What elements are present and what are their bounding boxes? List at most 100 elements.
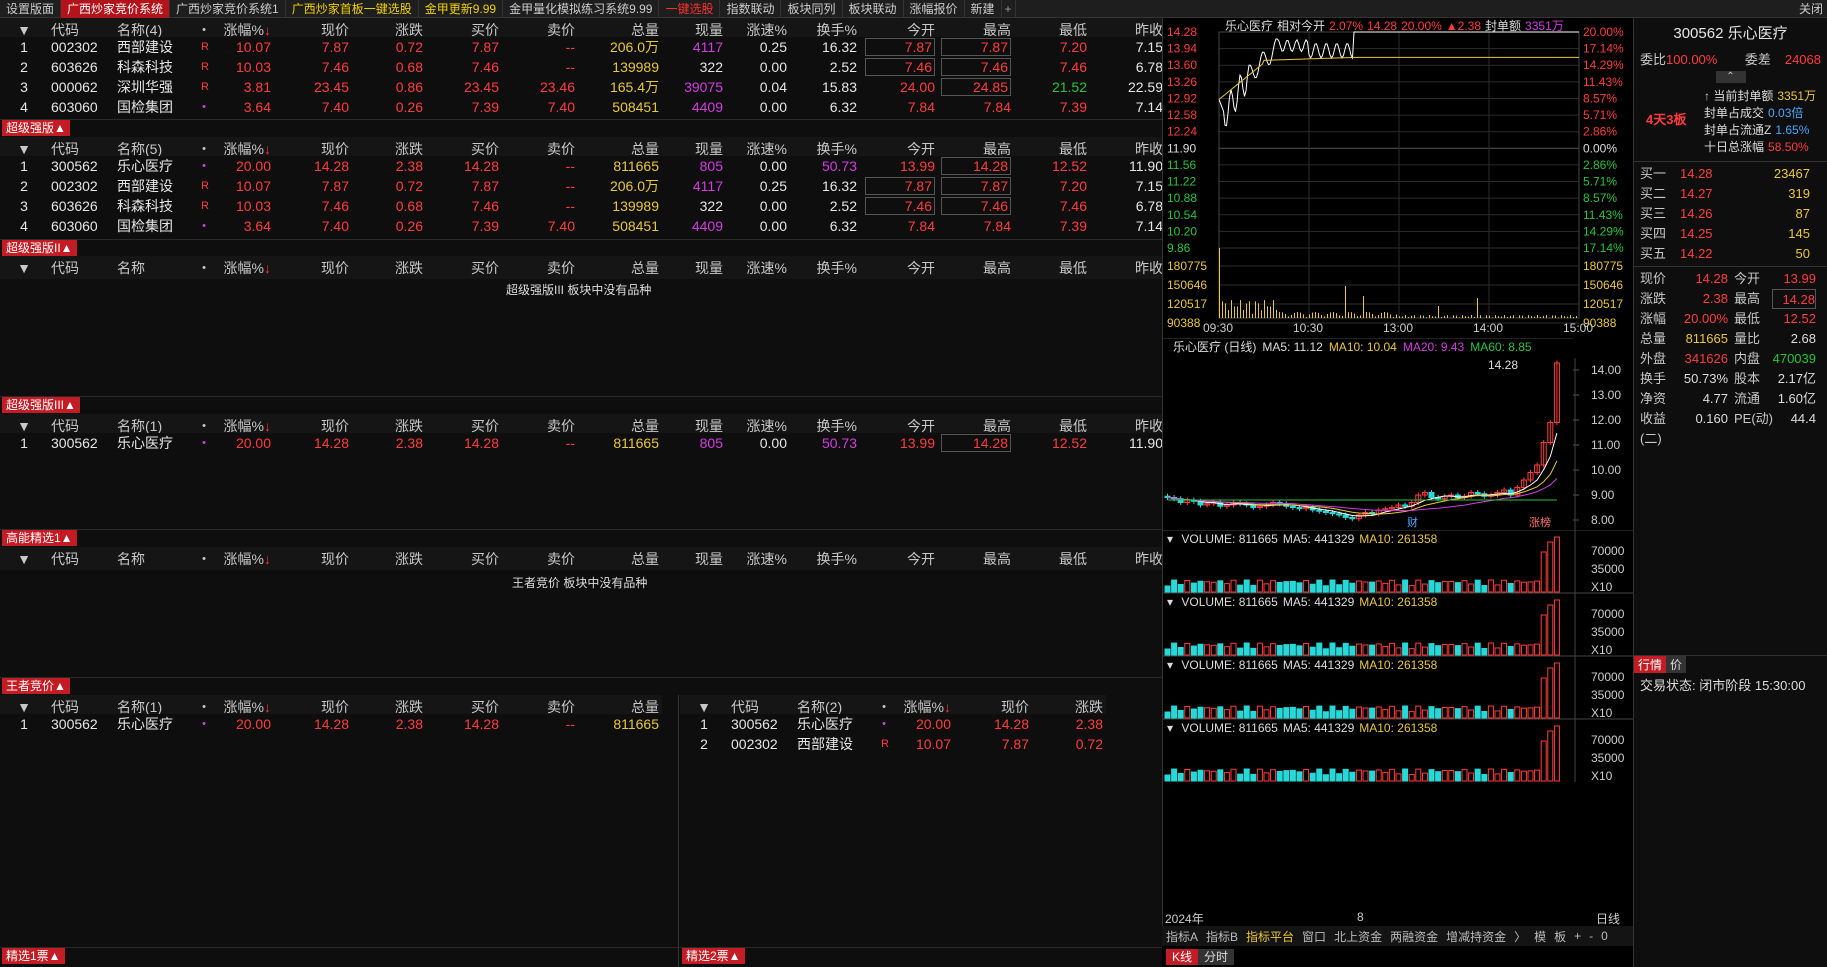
col-high[interactable]: 最高	[938, 549, 1014, 569]
table-row[interactable]: 1 300562 乐心医疗 • 20.00 14.28 2.38 14.28 -- 811665	[0, 714, 662, 734]
tab-price[interactable]: 价	[1666, 656, 1687, 673]
col-price[interactable]: 现价	[274, 549, 352, 569]
tab-quote[interactable]: 行情	[1634, 656, 1667, 673]
col-high[interactable]: 最高	[938, 258, 1014, 278]
menu-arrow-icon[interactable]: ▼	[0, 699, 48, 715]
tab-1[interactable]: 广西炒家竞价系统	[61, 0, 171, 18]
col-sell[interactable]: 卖价	[502, 549, 578, 569]
section-label[interactable]: 超级强版II▲	[2, 240, 77, 256]
col-low[interactable]: 最低	[1014, 258, 1090, 278]
intraday-button[interactable]: 分时	[1198, 948, 1235, 965]
indicator-tab-8[interactable]: 模	[1530, 928, 1550, 945]
tab-0[interactable]: 设置版面	[0, 0, 62, 18]
bid-row[interactable]: 买三 14.26 87	[1634, 204, 1827, 224]
col-buy[interactable]: 买价	[426, 549, 502, 569]
menu-arrow-icon[interactable]: ▼	[0, 141, 48, 157]
col-price[interactable]: 现价	[274, 258, 352, 278]
bid-row[interactable]: 买四 14.25 145	[1634, 224, 1827, 244]
section-label[interactable]: 精选2票▲	[682, 948, 745, 964]
table-row[interactable]: 2 002302 西部建设 R 10.07 7.87 0.72	[680, 734, 1106, 754]
col-code[interactable]: 代码	[48, 549, 114, 569]
bid-row[interactable]: 买二 14.27 319	[1634, 184, 1827, 204]
tab-6[interactable]: 一键选股	[659, 0, 721, 18]
col-vol[interactable]: 总量	[578, 258, 662, 278]
indicator-tab-5[interactable]: 两融资金	[1386, 928, 1442, 945]
kline-button[interactable]: K线	[1166, 948, 1199, 965]
col-diff[interactable]: 涨跌	[352, 258, 426, 278]
indicator-tab-11[interactable]: -	[1585, 929, 1597, 943]
col-prev[interactable]: 昨收	[1090, 258, 1166, 278]
volume-menu-icon[interactable]: ▾	[1167, 721, 1176, 735]
col-turn[interactable]: 换手%	[790, 549, 860, 569]
col-speed[interactable]: 涨速%	[726, 258, 790, 278]
table-row[interactable]: 1 002302 西部建设 R 10.07 7.87 0.72 7.87 -- 206.0万 411…	[0, 37, 1166, 57]
col-speed[interactable]: 涨速%	[726, 549, 790, 569]
table-row[interactable]: 4 603060 国检集团 • 3.64 7.40 0.26 7.39 7.40 508451 44…	[0, 97, 1166, 117]
col-name[interactable]: 名称	[114, 258, 198, 278]
section-label[interactable]: 精选1票▲	[2, 948, 65, 964]
indicator-tab-0[interactable]: 指标A	[1162, 928, 1202, 945]
tab-5[interactable]: 金甲量化模拟练习系统9.99	[503, 0, 660, 18]
table-row[interactable]: 1 300562 乐心医疗 • 20.00 14.28 2.38 14.28 -- 811665 8…	[0, 433, 1166, 453]
col-chg[interactable]: 涨幅%↓	[210, 549, 274, 569]
indicator-tab-2[interactable]: 指标平台	[1242, 928, 1298, 945]
section-label[interactable]: 超级强版▲	[2, 120, 70, 136]
indicator-tab-12[interactable]: 0	[1597, 929, 1612, 943]
col-buy[interactable]: 买价	[426, 258, 502, 278]
tab-8[interactable]: 板块同列	[781, 0, 843, 18]
daily-kline-chart[interactable]: 乐心医疗 (日线) MA5: 11.12 MA10: 10.04 MA20: 9.43…	[1163, 338, 1634, 530]
intraday-chart[interactable]: 14.28 13.94 13.60 13.26 12.92 12.58 12.24 11.90…	[1163, 18, 1634, 336]
table-row[interactable]: 1 300562 乐心医疗 • 20.00 14.28 2.38 14.28 -- 811665 8…	[0, 156, 1166, 176]
col-turn[interactable]: 换手%	[790, 258, 860, 278]
col-chg[interactable]: 涨幅%↓	[210, 258, 274, 278]
section-label[interactable]: 超级强版III▲	[2, 397, 80, 413]
indicator-tab-6[interactable]: 增减持资金	[1442, 928, 1510, 945]
table-row[interactable]: 3 000062 深圳华强 R 3.81 23.45 0.86 23.45 23.46 165.4…	[0, 77, 1166, 97]
section-label[interactable]: 高能精选1▲	[2, 530, 77, 546]
col-prev[interactable]: 昨收	[1090, 549, 1166, 569]
tab-11[interactable]: 新建	[965, 0, 1002, 18]
tab-9[interactable]: 板块联动	[843, 0, 904, 18]
col-name[interactable]: 名称	[114, 549, 198, 569]
tab-3[interactable]: 广西炒家首板一键选股	[286, 0, 419, 18]
col-cur[interactable]: 现量	[662, 549, 726, 569]
indicator-tab-9[interactable]: 板	[1550, 928, 1570, 945]
menu-arrow-icon[interactable]: ▼	[680, 699, 728, 715]
tab-4[interactable]: 金甲更新9.99	[419, 0, 504, 18]
indicator-tab-7[interactable]: 〉	[1510, 928, 1530, 945]
indicator-tab-3[interactable]: 窗口	[1298, 928, 1330, 945]
bid-row[interactable]: 买五 14.22 50	[1634, 244, 1827, 264]
table-row[interactable]: 3 603626 科森科技 R 10.03 7.46 0.68 7.46 -- 139989 322…	[0, 196, 1166, 216]
col-diff[interactable]: 涨跌	[352, 549, 426, 569]
menu-arrow-icon[interactable]: ▼	[0, 260, 48, 276]
table-row[interactable]: 2 603626 科森科技 R 10.03 7.46 0.68 7.46 -- 139989 322…	[0, 57, 1166, 77]
col-low[interactable]: 最低	[1014, 549, 1090, 569]
col-vol[interactable]: 总量	[578, 549, 662, 569]
menu-arrow-icon[interactable]: ▼	[0, 22, 48, 38]
event-tag[interactable]: 财	[1407, 515, 1418, 529]
collapse-icon[interactable]: ⌃	[1715, 71, 1746, 83]
col-open[interactable]: 今开	[860, 549, 938, 569]
tab-2[interactable]: 广西炒家竞价系统1	[170, 0, 286, 18]
indicator-tab-1[interactable]: 指标B	[1202, 928, 1242, 945]
col-cur[interactable]: 现量	[662, 258, 726, 278]
indicator-tab-4[interactable]: 北上资金	[1330, 928, 1386, 945]
col-sell[interactable]: 卖价	[502, 258, 578, 278]
table-row[interactable]: 2 002302 西部建设 R 10.07 7.87 0.72 7.87 -- 206.0万 411…	[0, 176, 1166, 196]
indicator-tab-10[interactable]: +	[1570, 929, 1585, 943]
tab-7[interactable]: 指数联动	[720, 0, 782, 18]
col-code[interactable]: 代码	[48, 258, 114, 278]
menu-arrow-icon[interactable]: ▼	[0, 418, 48, 434]
volume-menu-icon[interactable]: ▾	[1167, 658, 1176, 672]
section-label[interactable]: 王者竞价▲	[2, 678, 70, 694]
menu-arrow-icon[interactable]: ▼	[0, 551, 48, 567]
col-open[interactable]: 今开	[860, 258, 938, 278]
tab-12[interactable]: +	[1002, 0, 1016, 18]
volume-menu-icon[interactable]: ▾	[1167, 595, 1176, 609]
event-tag[interactable]: 涨榜	[1529, 515, 1551, 529]
close-button[interactable]: 关闭	[1799, 0, 1823, 17]
volume-menu-icon[interactable]: ▾	[1167, 532, 1176, 546]
tab-10[interactable]: 涨幅报价	[904, 0, 965, 18]
bid-row[interactable]: 买一 14.28 23467	[1634, 164, 1827, 184]
table-row[interactable]: 1 300562 乐心医疗 • 20.00 14.28 2.38	[680, 714, 1106, 734]
